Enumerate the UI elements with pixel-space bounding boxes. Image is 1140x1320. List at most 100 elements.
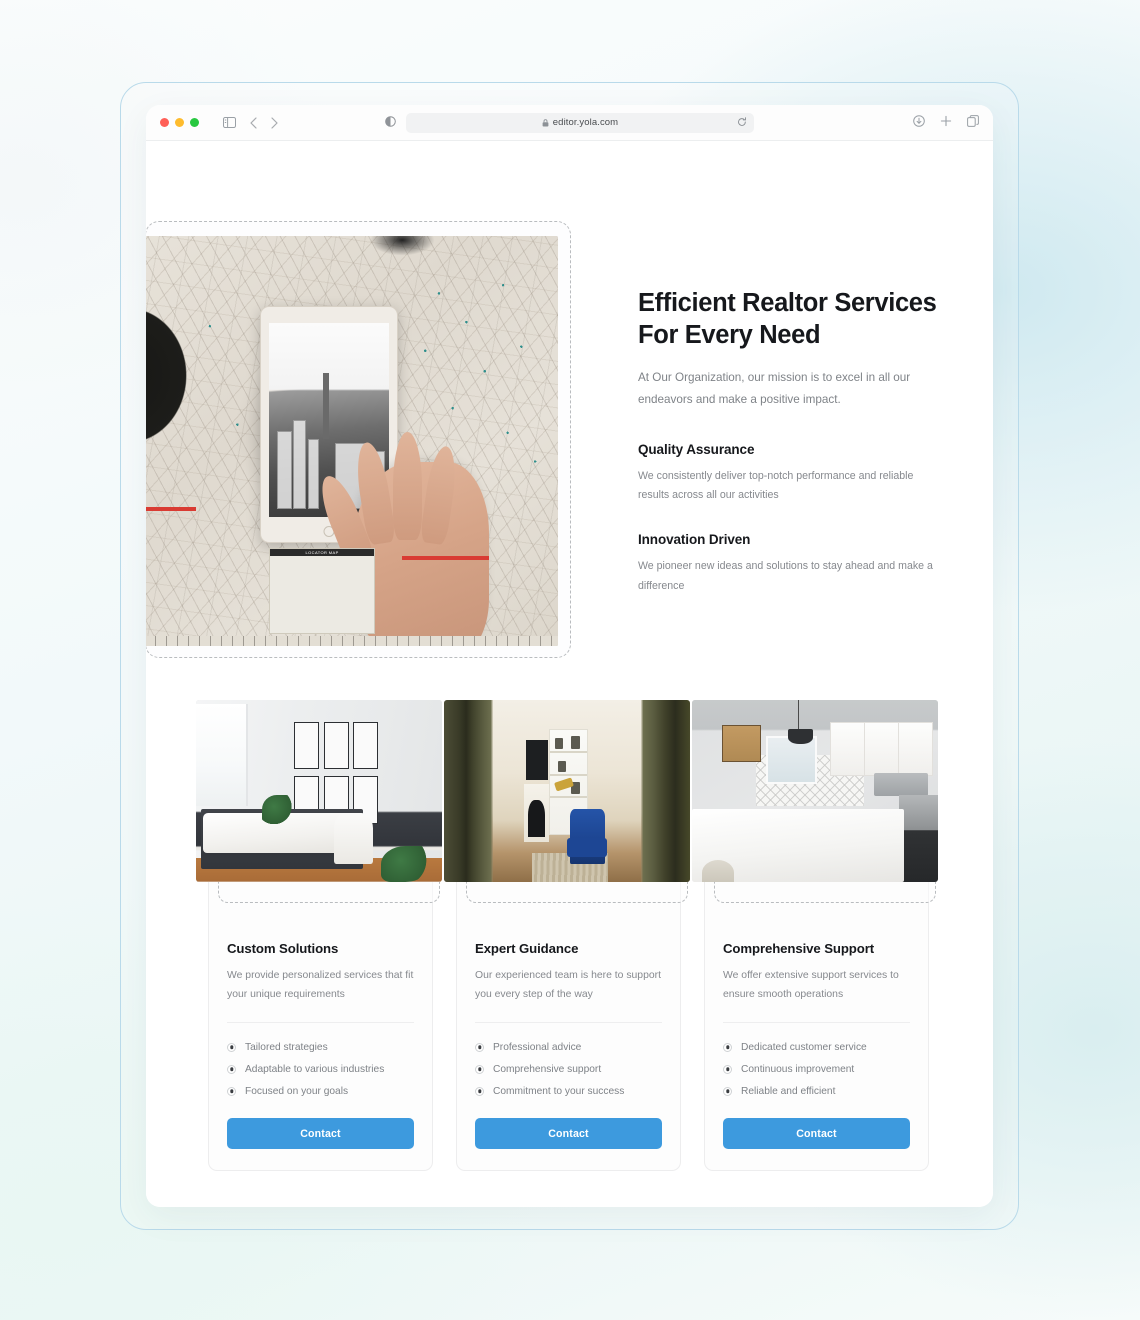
bullet-icon — [723, 1042, 732, 1052]
list-item-label: Commitment to your success — [493, 1085, 625, 1097]
feature-text: We pioneer new ideas and solutions to st… — [638, 560, 933, 592]
pendant-light-shade — [787, 729, 813, 744]
shelf-line — [550, 796, 587, 799]
card-description: We offer extensive support services to e… — [723, 970, 899, 1000]
list-item: Adaptable to various industries — [227, 1058, 414, 1080]
back-button[interactable] — [250, 116, 257, 129]
address-bar[interactable]: editor.yola.com — [406, 112, 754, 133]
reload-icon[interactable] — [737, 114, 747, 132]
list-item-label: Comprehensive support — [493, 1063, 602, 1075]
list-item-label: Focused on your goals — [245, 1085, 349, 1097]
minimize-window-button[interactable] — [175, 118, 184, 127]
download-icon[interactable] — [913, 114, 925, 132]
list-item: Comprehensive support — [475, 1058, 662, 1080]
list-item-label: Professional advice — [493, 1041, 582, 1053]
feature-quality-assurance: Quality Assurance We consistently delive… — [638, 442, 938, 506]
list-item: Dedicated customer service — [723, 1036, 910, 1058]
living-room-photo — [444, 700, 690, 882]
list-item-label: Reliable and efficient — [741, 1085, 836, 1097]
shelf-object — [557, 761, 567, 772]
pendant-light-cord — [797, 700, 800, 731]
hero-text-block: Efficient Realtor Services For Every Nee… — [638, 288, 938, 596]
card-image-bedroom[interactable] — [196, 700, 442, 882]
stove-graphic — [898, 794, 938, 882]
close-window-button[interactable] — [160, 118, 169, 127]
url-text: editor.yola.com — [552, 117, 619, 128]
skyline-block — [276, 431, 293, 509]
card-image-kitchen[interactable] — [692, 700, 938, 882]
hero-subtitle: At Our Organization, our mission is to e… — [638, 371, 911, 406]
reader-view-icon[interactable] — [385, 114, 396, 132]
kitchen-window — [765, 736, 818, 784]
list-item: Reliable and efficient — [723, 1080, 910, 1102]
microwave-graphic — [874, 772, 929, 797]
list-item: Tailored strategies — [227, 1036, 414, 1058]
list-item-label: Adaptable to various industries — [245, 1063, 385, 1075]
bullet-icon — [475, 1064, 484, 1074]
bullet-icon — [227, 1042, 236, 1052]
bullet-icon — [227, 1086, 236, 1096]
kitchen-photo — [692, 700, 938, 882]
wall-frame — [323, 721, 349, 770]
card-title: Expert Guidance — [475, 941, 579, 956]
navigation-controls — [223, 116, 278, 129]
zoom-window-button[interactable] — [190, 118, 199, 127]
card-title: Custom Solutions — [227, 941, 339, 956]
tv-graphic — [525, 740, 548, 781]
list-item: Continuous improvement — [723, 1058, 910, 1080]
forward-button[interactable] — [271, 116, 278, 129]
card-body: Comprehensive Support We offer extensive… — [705, 922, 928, 1170]
sidebar-toggle-icon[interactable] — [223, 117, 236, 128]
lock-icon — [542, 118, 549, 127]
locator-map-inset: LOCATOR MAP — [269, 547, 375, 634]
feature-title: Innovation Driven — [638, 532, 751, 547]
bullet-icon — [723, 1086, 732, 1096]
card-body: Custom Solutions We provide personalized… — [209, 922, 432, 1170]
feature-title: Quality Assurance — [638, 441, 755, 457]
card-description: We provide personalized services that fi… — [227, 970, 414, 1000]
list-item: Commitment to your success — [475, 1080, 662, 1102]
bullet-icon — [227, 1064, 236, 1074]
contact-button[interactable]: Contact — [227, 1118, 414, 1150]
contact-button[interactable]: Contact — [475, 1118, 662, 1150]
bullet-icon — [475, 1086, 484, 1096]
card-divider — [227, 1022, 414, 1024]
fireplace-graphic — [524, 783, 550, 842]
locator-map-label: LOCATOR MAP — [270, 548, 374, 556]
list-item: Focused on your goals — [227, 1080, 414, 1102]
traffic-lights — [160, 118, 199, 127]
plant-graphic — [380, 845, 430, 882]
list-item-label: Continuous improvement — [741, 1063, 855, 1075]
cabinet-divider — [864, 722, 866, 776]
red-marker-strip — [146, 506, 197, 511]
plus-icon[interactable] — [940, 114, 952, 132]
window-graphic — [196, 703, 248, 806]
card-feature-list: Dedicated customer service Continuous im… — [723, 1036, 910, 1102]
contact-button[interactable]: Contact — [723, 1118, 910, 1150]
map-ruler-strip — [146, 636, 558, 646]
wall-frame — [353, 721, 379, 770]
tab-overview-icon[interactable] — [967, 114, 979, 132]
card-body: Expert Guidance Our experienced team is … — [457, 922, 680, 1170]
shelf-line — [550, 773, 587, 776]
feature-cards-row: Custom Solutions We provide personalized… — [196, 700, 938, 1172]
shelf-object — [555, 738, 563, 749]
skyline-block — [293, 419, 307, 509]
skyline-block — [307, 439, 320, 509]
empire-state-building-shape — [323, 373, 329, 440]
browser-window: editor.yola.com LOCATOR MAP Efficient Re… — [146, 105, 993, 1207]
list-item-label: Tailored strategies — [245, 1041, 328, 1053]
doorway-interior — [493, 700, 641, 882]
page-title: Efficient Realtor Services For Every Nee… — [638, 289, 937, 349]
card-comprehensive-support: Comprehensive Support We offer extensive… — [692, 700, 938, 1172]
hero-image[interactable]: LOCATOR MAP — [146, 236, 558, 646]
feature-text: We consistently deliver top-notch perfor… — [638, 469, 914, 502]
card-feature-list: Professional advice Comprehensive suppor… — [475, 1036, 662, 1102]
wall-frame — [294, 721, 319, 770]
feature-innovation-driven: Innovation Driven We pioneer new ideas a… — [638, 532, 938, 596]
stool-graphic — [701, 860, 734, 882]
corkboard-graphic — [721, 725, 761, 762]
card-image-living-room[interactable] — [444, 700, 690, 882]
list-item: Professional advice — [475, 1036, 662, 1058]
shelf-object — [571, 736, 581, 749]
